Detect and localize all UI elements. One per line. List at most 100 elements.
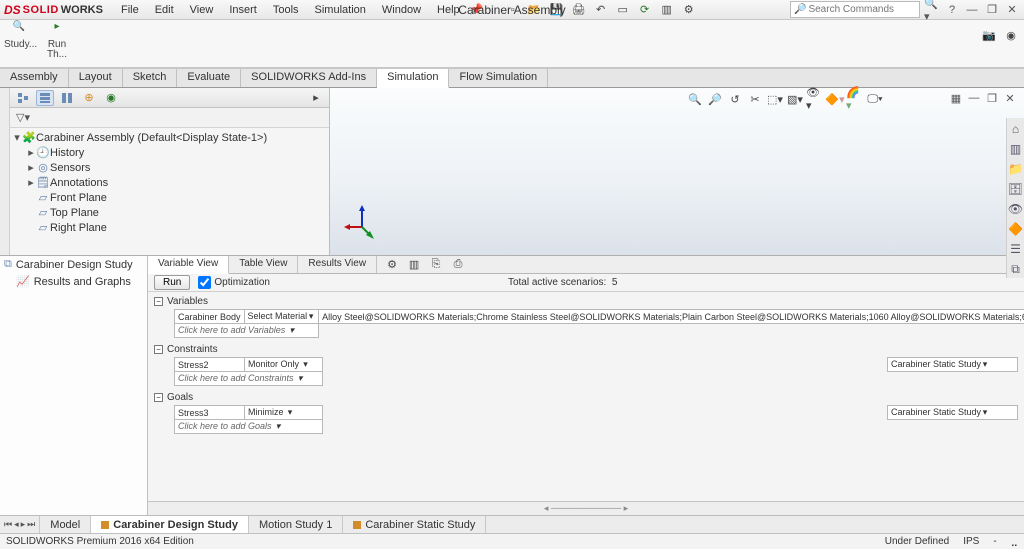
tab-addins[interactable]: SOLIDWORKS Add-Ins [241,69,377,87]
tab-flow-simulation[interactable]: Flow Simulation [449,69,548,87]
bottom-tab-static[interactable]: Carabiner Static Study [343,516,486,533]
options-icon[interactable]: ▥ [658,1,676,19]
select-icon[interactable]: ▭ [614,1,632,19]
first-icon[interactable]: ⏮ [4,519,12,530]
zoom-fit-icon[interactable]: 🔍 [686,90,704,108]
run-button[interactable]: Run [154,275,190,290]
dropdown-icon[interactable]: ▾ [296,373,304,384]
var-type-cell[interactable]: Select Material▾ [244,310,319,324]
record-icon[interactable]: ◉ [1002,26,1020,44]
close-icon[interactable]: ✕ [1004,2,1020,18]
expand-icon[interactable]: ▸ [26,146,36,159]
fm-tab-config[interactable] [58,90,76,106]
add-goal-cell[interactable]: Click here to add Goals ▾ [175,420,323,434]
goal-study-cell[interactable]: Carabiner Static Study▾ [888,406,1018,420]
table-row[interactable]: Stress2 Monitor Only ▾ Carabiner Static … [175,358,1018,372]
var-name-cell[interactable]: Carabiner Body [175,310,245,324]
study-tree-root[interactable]: ⧉ Carabiner Design Study [0,256,147,273]
display-style-icon[interactable]: ▧▾ [786,90,804,108]
dropdown-icon[interactable]: ▾ [981,359,989,370]
zoom-area-icon[interactable]: 🔎 [706,90,724,108]
view-orient-icon[interactable]: ⬚▾ [766,90,784,108]
rebuild-icon[interactable]: ⟳ [636,1,654,19]
tree-history[interactable]: ▸ 🕘 History [12,145,327,160]
doc-close-icon[interactable]: ✕ [1002,90,1018,106]
tree-sensors[interactable]: ▸ ◎ Sensors [12,160,327,175]
study-tab-variable[interactable]: Variable View [148,256,229,274]
bottom-tab-motion[interactable]: Motion Study 1 [249,516,343,533]
tree-annotations[interactable]: ▸ 🗒 Annotations [12,175,327,190]
orientation-triad[interactable] [342,203,382,243]
restore-icon[interactable]: ❐ [984,2,1000,18]
expand-icon[interactable]: ▸ [26,176,36,189]
fm-tab-property[interactable] [36,90,54,106]
undo-icon[interactable]: ↶ [592,1,610,19]
study-options-icon[interactable]: ⚙ [383,256,401,274]
add-constraint-cell[interactable]: Click here to add Constraints ▾ [175,372,323,386]
add-variable-cell[interactable]: Click here to add Variables ▾ [175,324,319,338]
table-row[interactable]: Carabiner Body Select Material▾ Alloy St… [175,310,1024,324]
taskpane-explorer-icon[interactable]: 🗄 [1008,182,1023,196]
fm-tab-display[interactable]: ◉ [102,90,120,106]
var-materials-cell[interactable]: Alloy Steel@SOLIDWORKS Materials;Chrome … [319,310,1024,324]
menu-view[interactable]: View [182,2,222,18]
doc-minimize-icon[interactable]: — [966,90,982,106]
study-tab-table[interactable]: Table View [229,256,298,273]
constraint-type-cell[interactable]: Monitor Only ▾ [245,358,323,372]
tree-right-plane[interactable]: ▱ Right Plane [12,220,327,235]
collapse-icon[interactable]: − [154,393,163,402]
minimize-icon[interactable]: — [964,2,980,18]
tree-top-plane[interactable]: ▱ Top Plane [12,205,327,220]
constraint-name-cell[interactable]: Stress2 [175,358,245,372]
study-columns-icon[interactable]: ▥ [405,256,423,274]
status-units[interactable]: IPS [963,536,979,547]
taskpane-props-icon[interactable]: ☰ [1010,242,1021,256]
goal-type-cell[interactable]: Minimize ▾ [245,406,323,420]
camera-icon[interactable]: 📷 [980,26,998,44]
horizontal-scrollbar[interactable]: ◂ ─────────── ▸ [148,501,1024,515]
table-row[interactable]: Click here to add Goals ▾ [175,420,1018,434]
tab-assembly[interactable]: Assembly [0,69,69,87]
tab-sketch[interactable]: Sketch [123,69,178,87]
search-input[interactable] [806,3,916,16]
bottom-tab-design-study[interactable]: Carabiner Design Study [91,516,249,533]
constraint-study-cell[interactable]: Carabiner Static Study▾ [888,358,1018,372]
prev-icon[interactable]: ◂ [14,519,19,530]
study-copy-icon[interactable]: ⎘ [427,256,445,274]
search-dropdown-icon[interactable]: 🔍▾ [924,2,940,18]
help-icon[interactable]: ? [944,2,960,18]
optimization-toggle[interactable]: Optimization [198,276,270,289]
doc-menu-icon[interactable]: ▦ [948,90,964,106]
tree-front-plane[interactable]: ▱ Front Plane [12,190,327,205]
constraints-header[interactable]: − Constraints [154,344,1018,355]
search-commands[interactable]: 🔎 [790,1,920,18]
print-icon[interactable]: 🖨 [570,1,588,19]
tab-nav-arrows[interactable]: ⏮ ◂ ▸ ⏭ [0,516,40,533]
expand-icon[interactable]: ▾ [12,131,22,144]
last-icon[interactable]: ⏭ [27,519,35,530]
dropdown-icon[interactable]: ▾ [286,407,294,418]
prev-view-icon[interactable]: ↺ [726,90,744,108]
doc-restore-icon[interactable]: ❐ [984,90,1000,106]
dropdown-icon[interactable]: ▾ [288,325,296,336]
taskpane-view-icon[interactable]: 👁 [1008,202,1023,216]
menu-tools[interactable]: Tools [265,2,307,18]
study-paste-icon[interactable]: ⎙ [449,256,467,274]
table-row[interactable]: Click here to add Variables ▾ [175,324,1024,338]
new-study-button[interactable]: 🔍 Study... [4,22,34,50]
status-grip-icon[interactable]: ⣀ [1011,536,1018,547]
tab-simulation[interactable]: Simulation [377,69,449,88]
appearance-icon[interactable]: 🔶▾ [826,90,844,108]
collapse-icon[interactable]: − [154,297,163,306]
tree-root[interactable]: ▾ 🧩 Carabiner Assembly (Default<Display … [12,130,327,145]
next-icon[interactable]: ▸ [21,519,26,530]
variables-header[interactable]: − Variables [154,296,1018,307]
taskpane-library-icon[interactable]: 📁 [1008,162,1023,176]
taskpane-forum-icon[interactable]: ⧉ [1011,262,1020,277]
study-tree-results[interactable]: 📈 Results and Graphs [0,273,147,290]
fm-collapse-icon[interactable]: ▸ [307,90,325,106]
taskpane-resources-icon[interactable]: ▥ [1010,142,1021,156]
hide-show-icon[interactable]: 👁▾ [806,90,824,108]
run-study-button[interactable]: ▸ Run Th... [42,22,72,60]
feature-filter[interactable]: ▽▾ [10,108,329,128]
